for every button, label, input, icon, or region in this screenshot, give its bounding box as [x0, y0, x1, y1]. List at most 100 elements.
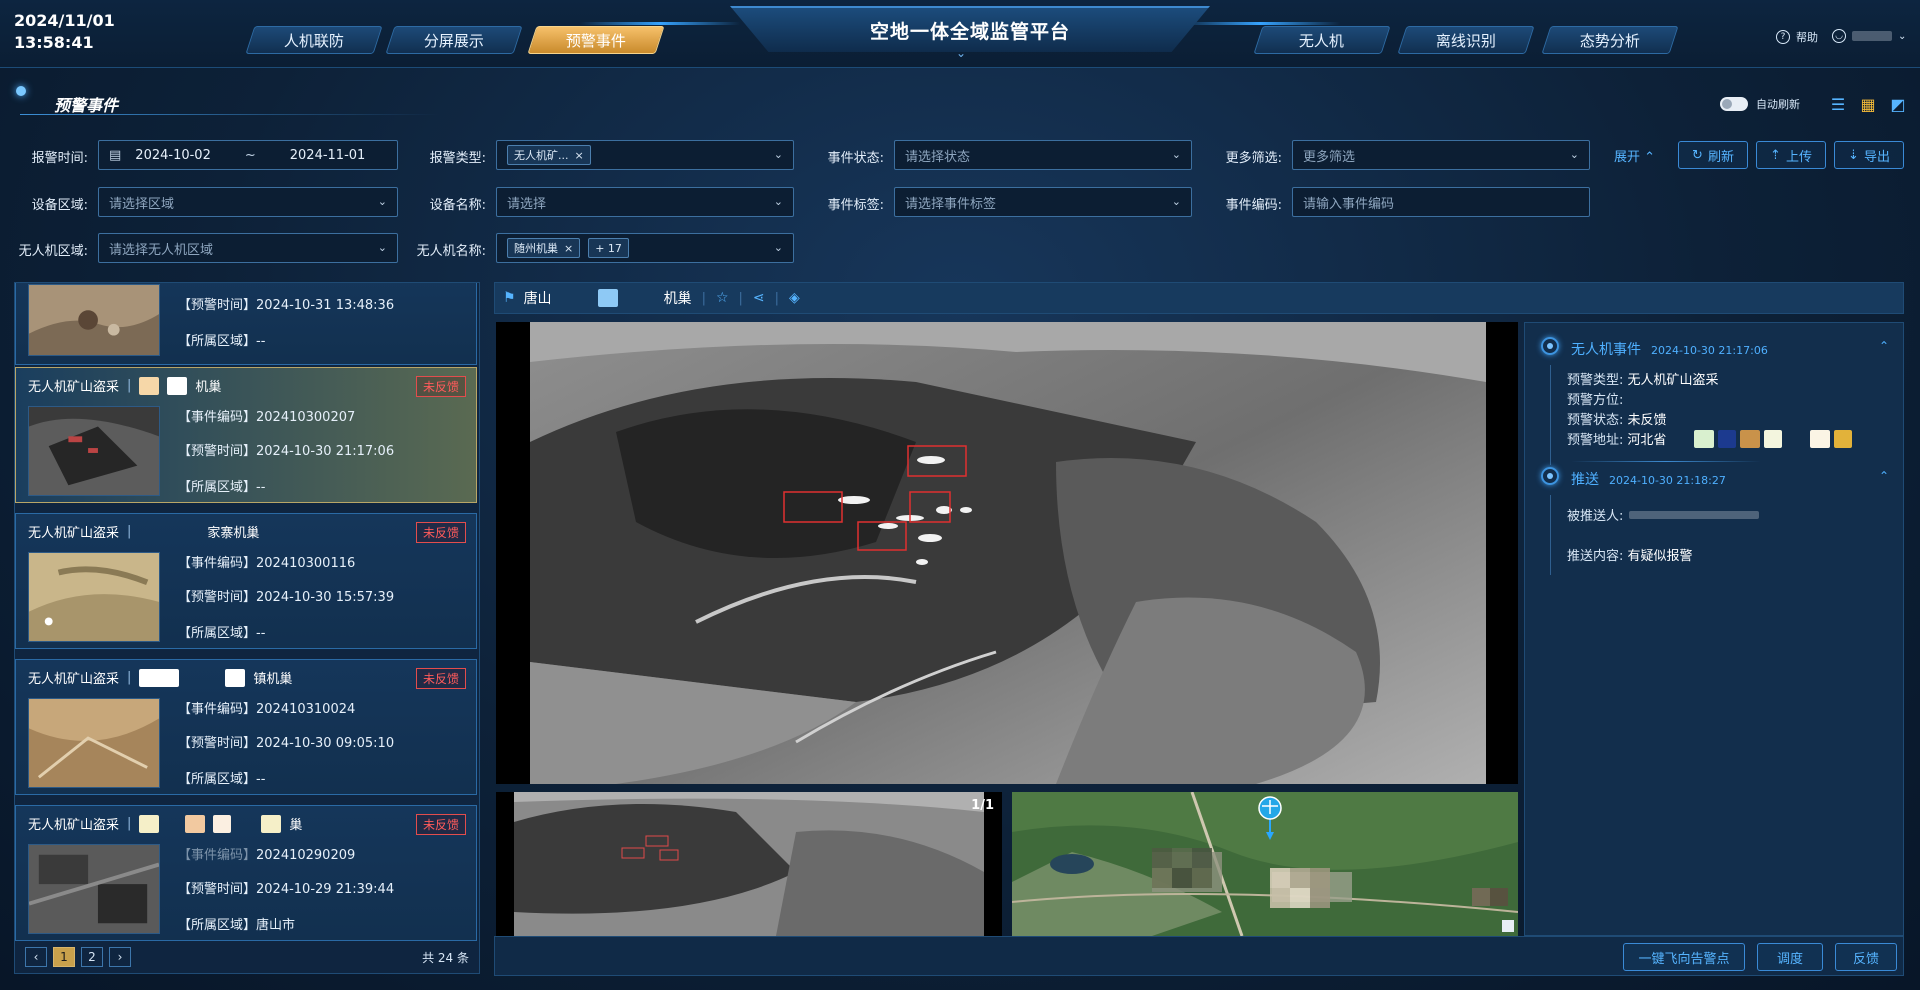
nav-tab-split-screen[interactable]: 分屏展示 — [385, 26, 523, 54]
uav-location-marker-icon[interactable] — [1262, 798, 1278, 820]
chip-close-icon[interactable]: × — [575, 149, 584, 162]
push-receiver-field: 被推送人: — [1567, 505, 1760, 524]
status-badge: 未反馈 — [415, 668, 466, 689]
clock: 2024/11/01 13:58:41 — [14, 10, 115, 54]
star-icon[interactable]: ☆ — [716, 290, 729, 306]
platform-title: 空地一体全域监管平台 — [869, 20, 1070, 43]
alarm-status-field: 预警状态: 未反馈 — [1567, 413, 1667, 428]
uav-name-more-chip: + 17 — [588, 238, 629, 258]
help-link[interactable]: ? 帮助 — [1776, 29, 1818, 45]
dispatch-button[interactable]: 调度 — [1757, 943, 1823, 971]
location-map[interactable] — [1012, 792, 1518, 936]
prev-page-button[interactable]: ‹ — [25, 947, 47, 967]
chevron-down-icon: ⌄ — [773, 148, 783, 161]
flag-icon: ⚑ — [503, 290, 516, 306]
title-deco-left — [580, 22, 740, 25]
event-code-label: 事件编码: — [1225, 198, 1282, 213]
nav-tab-uav[interactable]: 无人机 — [1253, 26, 1391, 54]
auto-refresh-toggle[interactable] — [1720, 97, 1748, 111]
feedback-button[interactable]: 反馈 — [1835, 943, 1897, 971]
push-section-title: 推送 2024-10-30 21:18:27 — [1571, 472, 1726, 488]
list-view-icon[interactable]: ☰ — [1828, 94, 1848, 114]
alarm-type-select[interactable]: 无人机矿... × ⌄ — [496, 140, 794, 170]
chevron-down-icon: ⌄ — [773, 195, 783, 208]
event-tag-select[interactable]: 请选择事件标签 ⌄ — [894, 187, 1192, 217]
status-badge: 未反馈 — [415, 814, 466, 835]
event-section-icon — [1541, 337, 1559, 355]
list-item[interactable]: 无人机矿山盗采 | 巢 未反馈 【事件编码】202410290209 【预警时间】… — [15, 805, 477, 941]
alarm-time-range-picker[interactable]: ▤ 2024-10-02 ~ 2024-11-01 — [98, 140, 398, 170]
alarm-time-label: 报警时间: — [31, 151, 88, 166]
top-bar: 2024/11/01 13:58:41 人机联防 分屏展示 预警事件 空地一体全… — [0, 0, 1920, 68]
user-menu[interactable]: ◡ ⌄ — [1832, 29, 1906, 43]
nav-tab-situation-analysis[interactable]: 态势分析 — [1541, 26, 1679, 54]
list-item[interactable]: 无人机矿山盗采 | 家寨机巢 未反馈 【事件编码】202410300116 【预警… — [15, 513, 477, 649]
uav-area-select[interactable]: 请选择无人机区域 ⌄ — [98, 233, 398, 263]
more-filter-label: 更多筛选: — [1225, 151, 1282, 166]
image-page-indicator: 1/1 — [971, 798, 994, 813]
device-name-select[interactable]: 请选择 ⌄ — [496, 187, 794, 217]
date-start: 2024-10-02 — [135, 147, 211, 163]
upload-button[interactable]: ⇡ 上传 — [1756, 141, 1826, 169]
next-page-button[interactable]: › — [109, 947, 131, 967]
event-thumbnail — [28, 406, 160, 496]
page-title-dot-icon — [16, 86, 26, 96]
action-bar: 一键飞向告警点 调度 反馈 — [494, 936, 1904, 976]
event-status-label: 事件状态: — [827, 151, 884, 166]
event-tag-label: 事件标签: — [827, 198, 884, 213]
user-icon: ◡ — [1832, 29, 1846, 43]
tag-icon[interactable]: ◈ — [789, 290, 800, 306]
nav-tab-alarm-events[interactable]: 预警事件 — [527, 26, 665, 54]
device-area-select[interactable]: 请选择区域 ⌄ — [98, 187, 398, 217]
main-thermal-image-canvas — [530, 322, 1486, 784]
chevron-down-icon: ⌄ — [377, 241, 387, 254]
thumbnail-image[interactable]: 1/1 — [496, 792, 1002, 936]
expand-filters-button[interactable]: 展开 ⌃ — [1614, 146, 1655, 165]
event-detail-panel: 无人机事件 2024-10-30 21:17:06 ⌃ 预警类型: 无人机矿山盗… — [1524, 322, 1904, 936]
status-badge: 未反馈 — [415, 522, 466, 543]
list-item[interactable]: 无人机矿山盗采 | 镇机巢 未反馈 【事件编码】202410310024 【预警时… — [15, 659, 477, 795]
nav-tab-joint-defense[interactable]: 人机联防 — [245, 26, 383, 54]
fly-to-alarm-button[interactable]: 一键飞向告警点 — [1623, 943, 1745, 971]
alarm-type-chip: 无人机矿... × — [507, 145, 591, 165]
chip-close-icon[interactable]: × — [564, 242, 573, 255]
pagination: ‹ 1 2 › — [25, 947, 131, 967]
list-item[interactable]: 无人机矿山盗采 | 机巢 未反馈 【事件编码】202410300207 【预警时间… — [15, 367, 477, 503]
page-title: 预警事件 — [54, 96, 119, 115]
view-switcher: ☰ ▦ ◩ — [1828, 94, 1908, 114]
page-button-2[interactable]: 2 — [81, 947, 103, 967]
more-filter-select[interactable]: 更多筛选 ⌄ — [1292, 140, 1590, 170]
map-view-icon[interactable]: ◩ — [1888, 94, 1908, 114]
list-item[interactable]: 【预警时间】2024-10-31 13:48:36 【所属区域】-- — [15, 283, 477, 365]
refresh-button[interactable]: ↻ 刷新 — [1678, 141, 1748, 169]
detail-header: ⚑ 唐山 机巢 | ☆ | ⋖ | ◈ — [494, 282, 1904, 314]
event-thumbnail — [28, 284, 160, 356]
chevron-down-icon: ⌄ — [1569, 148, 1579, 161]
event-status-select[interactable]: 请选择状态 ⌄ — [894, 140, 1192, 170]
user-menu-chevron-icon: ⌄ — [1898, 30, 1907, 42]
total-count: 共 24 条 — [422, 951, 469, 965]
export-button[interactable]: ⇣ 导出 — [1834, 141, 1904, 169]
date-end: 2024-11-01 — [289, 147, 366, 163]
share-icon[interactable]: ⋖ — [753, 290, 765, 306]
title-chevron-down-icon[interactable]: ⌄ — [956, 46, 966, 60]
calendar-icon: ▤ — [109, 147, 122, 163]
event-code-input[interactable]: 请输入事件编码 — [1292, 187, 1590, 217]
alarm-type-label: 报警类型: — [429, 151, 486, 166]
fullscreen-icon[interactable] — [1502, 920, 1516, 934]
upload-icon: ⇡ — [1770, 147, 1781, 163]
grid-view-icon[interactable]: ▦ — [1858, 94, 1878, 114]
alarm-address-field: 预警地址: 河北省 — [1567, 429, 1853, 448]
collapse-push-section-icon[interactable]: ⌃ — [1879, 469, 1889, 483]
main-thermal-image[interactable] — [496, 322, 1518, 784]
user-name-redacted — [1852, 31, 1892, 41]
chevron-down-icon: ⌄ — [1171, 195, 1181, 208]
nav-tab-offline-recognition[interactable]: 离线识别 — [1397, 26, 1535, 54]
page-button-1[interactable]: 1 — [53, 947, 75, 967]
collapse-event-section-icon[interactable]: ⌃ — [1879, 339, 1889, 353]
event-thumbnail — [28, 552, 160, 642]
platform-title-plate: 空地一体全域监管平台 — [730, 6, 1210, 52]
push-section-icon — [1541, 467, 1559, 485]
uav-name-select[interactable]: 随州机巢 × + 17 ⌄ — [496, 233, 794, 263]
chevron-up-icon: ⌃ — [1644, 150, 1656, 165]
